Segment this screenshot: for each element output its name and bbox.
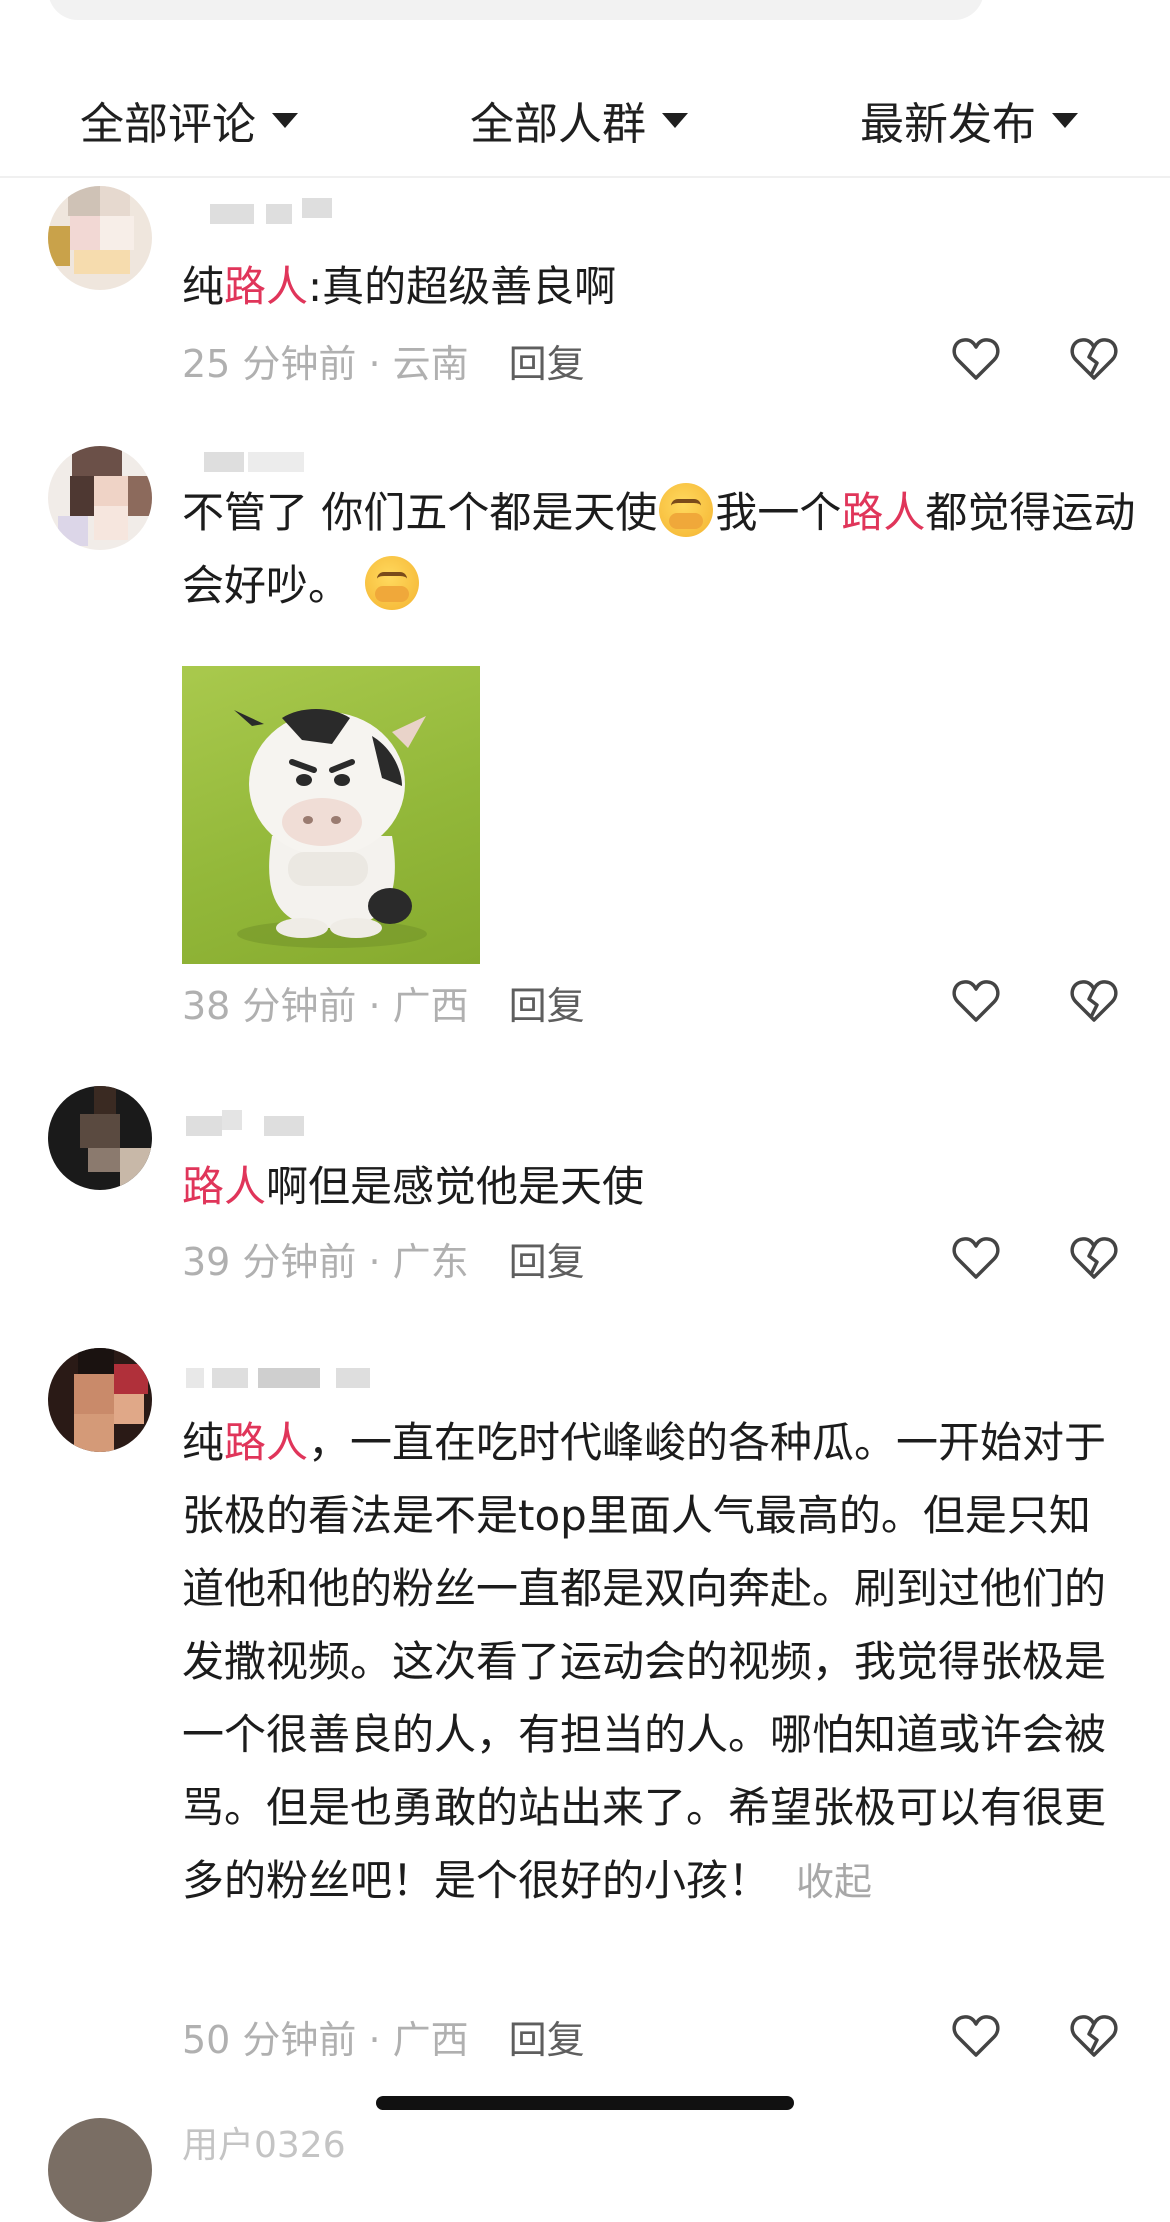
caret-down-icon (1052, 112, 1078, 128)
avatar[interactable] (48, 446, 152, 550)
heart-icon[interactable] (950, 1232, 1002, 1284)
comment-text: 不管了 你们五个都是天使 我一个路人都觉得运动会好吵。 (182, 476, 1142, 622)
filter-label: 全部评论 (80, 99, 256, 150)
comment-meta: 25 分钟前 · 云南 回复 (182, 330, 585, 390)
avatar[interactable] (48, 1348, 152, 1452)
home-indicator[interactable] (376, 2096, 794, 2110)
broken-heart-icon[interactable] (1068, 975, 1120, 1027)
avatar[interactable] (48, 2118, 152, 2222)
username-blurred[interactable] (182, 1362, 382, 1392)
reply-button[interactable]: 回复 (509, 975, 585, 1030)
comment-filter-bar: 全部评论 全部人群 最新发布 (0, 80, 1170, 178)
caret-down-icon (272, 112, 298, 128)
highlight-keyword: 路人 (224, 1418, 309, 1467)
time-location: 38 分钟前 · 广西 (182, 983, 469, 1028)
reply-button[interactable]: 回复 (509, 1231, 585, 1286)
avatar[interactable] (48, 1086, 152, 1190)
time-location: 50 分钟前 · 广西 (182, 2017, 469, 2062)
cow-sticker-image[interactable] (182, 666, 480, 964)
filter-latest[interactable]: 最新发布 (860, 90, 1078, 150)
highlight-keyword: 路人 (224, 262, 309, 311)
broken-heart-icon[interactable] (1068, 2010, 1120, 2062)
username-blurred[interactable] (182, 1110, 382, 1140)
comment-text: 纯路人，一直在吃时代峰峻的各种瓜。一开始对于张极的看法是不是top里面人气最高的… (182, 1418, 1107, 1905)
comment-meta: 38 分钟前 · 广西 回复 (182, 972, 585, 1032)
username-blurred[interactable] (182, 198, 382, 228)
filter-all-audience[interactable]: 全部人群 (470, 90, 688, 150)
crying-emoji-icon (659, 483, 714, 537)
avatar[interactable] (48, 186, 152, 290)
reply-button[interactable]: 回复 (509, 333, 585, 388)
collapse-button[interactable]: 收起 (796, 1860, 872, 1904)
comment-meta: 50 分钟前 · 广西 回复 (182, 2006, 585, 2066)
comment-text: 纯路人:真的超级善良啊 (182, 262, 617, 311)
filter-all-comments[interactable]: 全部评论 (80, 90, 298, 150)
filter-label: 全部人群 (470, 99, 646, 150)
reply-button[interactable]: 回复 (509, 2009, 585, 2064)
caret-down-icon (662, 112, 688, 128)
broken-heart-icon[interactable] (1068, 1232, 1120, 1284)
heart-icon[interactable] (950, 2010, 1002, 2062)
filter-label: 最新发布 (860, 99, 1036, 150)
time-location: 39 分钟前 · 广东 (182, 1239, 469, 1284)
highlight-keyword: 路人 (841, 488, 926, 537)
heart-icon[interactable] (950, 333, 1002, 385)
username-blurred[interactable] (182, 446, 382, 476)
heart-icon[interactable] (950, 975, 1002, 1027)
search-bar-remnant (48, 0, 984, 20)
comment-text: 路人啊但是感觉他是天使 (182, 1162, 645, 1211)
comment-meta: 39 分钟前 · 广东 回复 (182, 1228, 585, 1288)
broken-heart-icon[interactable] (1068, 333, 1120, 385)
highlight-keyword: 路人 (182, 1162, 267, 1211)
username[interactable]: 用户0326 (182, 2116, 346, 2168)
time-location: 25 分钟前 · 云南 (182, 341, 469, 386)
crying-emoji-icon (365, 556, 420, 610)
